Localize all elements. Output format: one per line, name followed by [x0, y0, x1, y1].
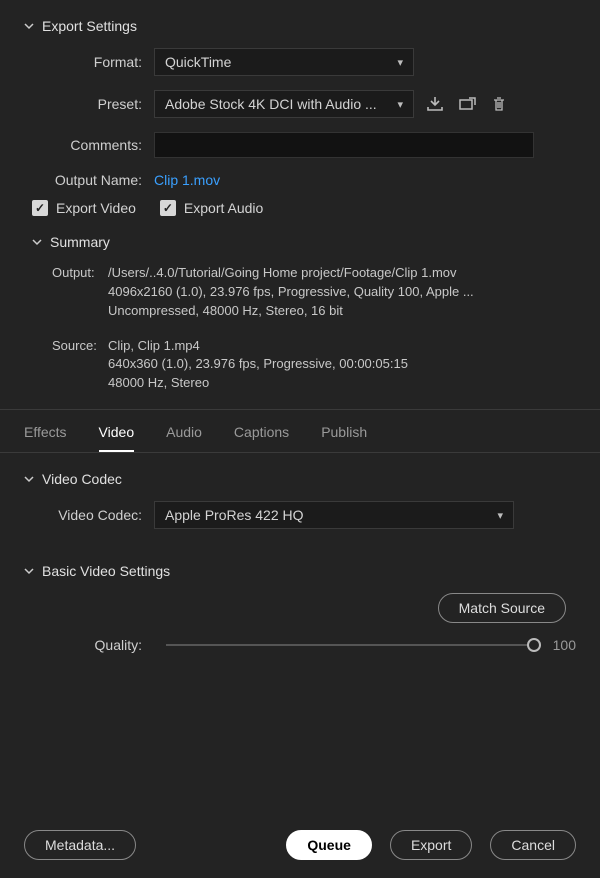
preset-dropdown[interactable]: Adobe Stock 4K DCI with Audio ... ▾	[154, 90, 414, 118]
bottom-bar: Metadata... Queue Export Cancel	[0, 830, 600, 860]
quality-label: Quality:	[24, 637, 154, 653]
match-source-button[interactable]: Match Source	[438, 593, 566, 623]
basic-video-header[interactable]: Basic Video Settings	[24, 563, 576, 579]
summary-header[interactable]: Summary	[32, 234, 576, 250]
video-codec-dropdown[interactable]: Apple ProRes 422 HQ ▾	[154, 501, 514, 529]
summary-output-line3: Uncompressed, 48000 Hz, Stereo, 16 bit	[108, 302, 576, 321]
export-settings-header[interactable]: Export Settings	[24, 18, 576, 34]
summary-source: Source:Clip, Clip 1.mp4 640x360 (1.0), 2…	[52, 337, 576, 394]
summary-source-line1: Clip, Clip 1.mp4	[108, 338, 200, 353]
basic-video-title: Basic Video Settings	[42, 563, 170, 579]
chevron-down-icon	[24, 566, 34, 576]
tab-audio[interactable]: Audio	[166, 424, 202, 452]
video-codec-header[interactable]: Video Codec	[24, 471, 576, 487]
format-value: QuickTime	[165, 54, 231, 70]
summary-output: Output:/Users/..4.0/Tutorial/Going Home …	[52, 264, 576, 321]
format-label: Format:	[24, 54, 154, 70]
export-button[interactable]: Export	[390, 830, 472, 860]
chevron-down-icon	[24, 474, 34, 484]
summary-source-line3: 48000 Hz, Stereo	[108, 374, 576, 393]
preset-value: Adobe Stock 4K DCI with Audio ...	[165, 96, 377, 112]
quality-value: 100	[553, 637, 576, 653]
chevron-down-icon: ▾	[497, 509, 503, 522]
output-name-label: Output Name:	[24, 172, 154, 188]
comments-input[interactable]	[154, 132, 534, 158]
chevron-down-icon: ▾	[397, 98, 403, 111]
summary-output-path: /Users/..4.0/Tutorial/Going Home project…	[108, 265, 457, 280]
export-audio-checkbox[interactable]: ✓ Export Audio	[160, 200, 263, 216]
export-settings-title: Export Settings	[42, 18, 137, 34]
queue-button[interactable]: Queue	[286, 830, 372, 860]
summary-title: Summary	[50, 234, 110, 250]
quality-slider[interactable]	[166, 644, 541, 646]
summary-output-label: Output:	[52, 264, 108, 283]
chevron-down-icon	[24, 21, 34, 31]
chevron-down-icon: ▾	[397, 56, 403, 69]
summary-source-line2: 640x360 (1.0), 23.976 fps, Progressive, …	[108, 355, 576, 374]
cancel-button[interactable]: Cancel	[490, 830, 576, 860]
tab-bar: Effects Video Audio Captions Publish	[0, 410, 600, 453]
export-video-label: Export Video	[56, 200, 136, 216]
metadata-button[interactable]: Metadata...	[24, 830, 136, 860]
format-dropdown[interactable]: QuickTime ▾	[154, 48, 414, 76]
summary-output-line2: 4096x2160 (1.0), 23.976 fps, Progressive…	[108, 283, 576, 302]
export-video-checkbox[interactable]: ✓ Export Video	[32, 200, 136, 216]
summary-source-label: Source:	[52, 337, 108, 356]
import-preset-icon[interactable]	[456, 93, 478, 115]
video-codec-title: Video Codec	[42, 471, 122, 487]
preset-label: Preset:	[24, 96, 154, 112]
slider-thumb[interactable]	[527, 638, 541, 652]
chevron-down-icon	[32, 237, 42, 247]
tab-publish[interactable]: Publish	[321, 424, 367, 452]
video-codec-label: Video Codec:	[24, 507, 154, 523]
check-icon: ✓	[160, 200, 176, 216]
tab-effects[interactable]: Effects	[24, 424, 67, 452]
comments-label: Comments:	[24, 137, 154, 153]
check-icon: ✓	[32, 200, 48, 216]
output-name-link[interactable]: Clip 1.mov	[154, 172, 220, 188]
delete-preset-icon[interactable]	[488, 93, 510, 115]
save-preset-icon[interactable]	[424, 93, 446, 115]
tab-captions[interactable]: Captions	[234, 424, 289, 452]
tab-video[interactable]: Video	[99, 424, 135, 452]
export-audio-label: Export Audio	[184, 200, 263, 216]
video-codec-value: Apple ProRes 422 HQ	[165, 507, 304, 523]
